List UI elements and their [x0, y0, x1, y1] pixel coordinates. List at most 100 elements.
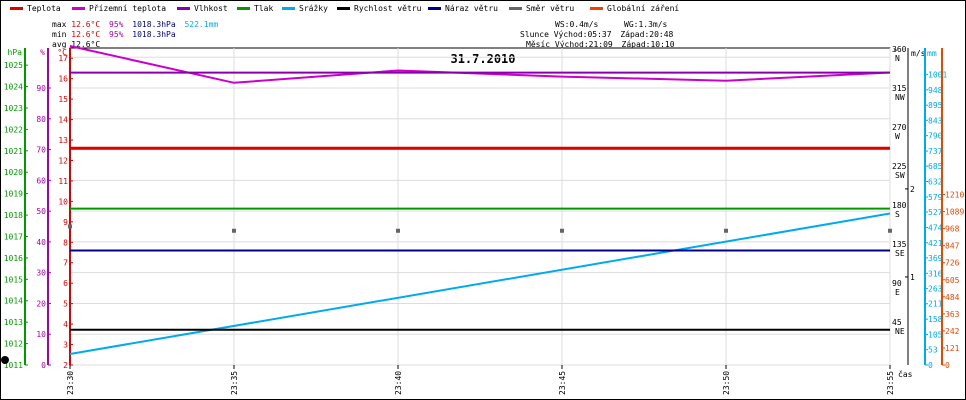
wind-speed-tick-label: 1 [910, 273, 915, 282]
temperature-tick-label: 9 [63, 218, 68, 227]
pressure-tick-label: 1024 [4, 83, 23, 92]
rain-axis-unit: mm [927, 49, 937, 58]
radiation-tick-label: 1089 [945, 208, 964, 217]
rain-tick-label: 632 [928, 178, 943, 187]
radiation-tick-label: 605 [945, 276, 960, 285]
x-tick-label: 23:40 [394, 371, 403, 395]
x-axis-unit: čas [898, 369, 913, 379]
weather-chart-page: Teplota Přízemní teplota Vlhkost Tlak Srážky… [0, 0, 966, 400]
pressure-tick-label: 1021 [4, 147, 23, 156]
x-tick-label: 23:50 [722, 371, 731, 395]
x-tick-label: 23:55 [886, 371, 895, 395]
temperature-tick-label: 16 [58, 75, 68, 84]
temperature-tick-label: 6 [63, 279, 68, 288]
direction-compass-label: NW [895, 93, 905, 102]
pressure-tick-label: 1019 [4, 190, 23, 199]
rain-tick-label: 1001 [928, 70, 947, 79]
humidity-tick-label: 50 [36, 207, 46, 216]
series-line [69, 45, 891, 84]
pressure-tick-label: 1013 [4, 318, 23, 327]
humidity-tick-label: 20 [36, 299, 46, 308]
direction-compass-label: S [895, 210, 900, 219]
direction-tick-label: 315 [892, 84, 907, 93]
rain-tick-label: 263 [928, 285, 943, 294]
pressure-tick-label: 1020 [4, 168, 23, 177]
radiation-tick-label: 363 [945, 310, 960, 319]
radiation-tick-label: 484 [945, 293, 960, 302]
rain-tick-label: 421 [928, 239, 943, 248]
direction-tick-label: 90 [892, 279, 902, 288]
temperature-tick-label: 10 [58, 197, 68, 206]
rain-tick-label: 737 [928, 147, 943, 156]
wind-speed-axis-unit: m/s [911, 49, 926, 58]
temperature-tick-label: 13 [58, 136, 68, 145]
humidity-tick-label: 80 [36, 115, 46, 124]
humidity-tick-label: 90 [36, 84, 46, 93]
rain-tick-label: 316 [928, 269, 943, 278]
temperature-tick-label: 14 [58, 116, 68, 125]
temperature-tick-label: 5 [63, 300, 68, 309]
wind-direction-point [396, 228, 400, 233]
direction-compass-label: SW [895, 171, 905, 180]
wind-direction-point [232, 228, 236, 233]
corner-marker [1, 356, 9, 364]
humidity-tick-label: 10 [36, 330, 46, 339]
rain-tick-label: 105 [928, 331, 943, 340]
radiation-tick-label: 847 [945, 242, 960, 251]
rain-tick-label: 579 [928, 193, 943, 202]
pressure-tick-label: 1017 [4, 232, 23, 241]
direction-compass-label: SE [895, 249, 905, 258]
pressure-tick-label: 1016 [4, 254, 23, 263]
wind-direction-point [68, 224, 72, 229]
temperature-tick-label: 15 [58, 95, 68, 104]
temperature-tick-label: 7 [63, 259, 68, 268]
pressure-tick-label: 1014 [4, 297, 23, 306]
x-tick-label: 23:35 [230, 371, 239, 395]
wind-direction-point [560, 228, 564, 233]
pressure-tick-label: 1022 [4, 125, 23, 134]
rain-tick-label: 53 [928, 346, 938, 355]
temperature-tick-label: 2 [63, 361, 68, 370]
humidity-axis-unit: % [40, 48, 45, 57]
rain-tick-label: 211 [928, 300, 943, 309]
plot-area [69, 47, 891, 366]
direction-compass-label: NE [895, 327, 905, 336]
humidity-tick-label: 60 [36, 176, 46, 185]
radiation-tick-label: 968 [945, 225, 960, 234]
wind-speed-tick-label: 2 [910, 185, 915, 194]
radiation-tick-label: 0 [945, 361, 950, 370]
rain-tick-label: 474 [928, 223, 943, 232]
pressure-tick-label: 1025 [4, 61, 23, 70]
series-line [69, 212, 891, 355]
rain-tick-label: 790 [928, 132, 943, 141]
plot-svg: hPa1011101210131014101510161017101810191… [1, 45, 964, 395]
pressure-axis-unit: hPa [8, 48, 23, 57]
direction-compass-label: E [895, 288, 900, 297]
rain-tick-label: 895 [928, 101, 943, 110]
pressure-tick-label: 1018 [4, 211, 23, 220]
direction-compass-label: N [895, 54, 900, 63]
temperature-tick-label: 3 [63, 341, 68, 350]
radiation-tick-label: 726 [945, 259, 960, 268]
rain-tick-label: 527 [928, 208, 943, 217]
direction-tick-label: 135 [892, 240, 907, 249]
temperature-tick-label: 11 [58, 177, 68, 186]
pressure-tick-label: 1015 [4, 275, 23, 284]
direction-tick-label: 225 [892, 162, 907, 171]
temperature-tick-label: 4 [63, 320, 68, 329]
temperature-tick-label: 12 [58, 156, 68, 165]
radiation-tick-label: 121 [945, 344, 960, 353]
x-tick-label: 23:45 [558, 371, 567, 395]
direction-tick-label: 360 [892, 45, 907, 54]
rain-tick-label: 843 [928, 116, 943, 125]
humidity-tick-label: 0 [41, 361, 46, 370]
direction-tick-label: 180 [892, 201, 907, 210]
radiation-tick-label: 242 [945, 327, 960, 336]
x-tick-label: 23:30 [66, 371, 75, 395]
rain-tick-label: 685 [928, 162, 943, 171]
wind-direction-point [888, 228, 892, 233]
rain-tick-label: 369 [928, 254, 943, 263]
direction-tick-label: 45 [892, 318, 902, 327]
direction-compass-label: W [895, 132, 900, 141]
pressure-tick-label: 1012 [4, 340, 23, 349]
